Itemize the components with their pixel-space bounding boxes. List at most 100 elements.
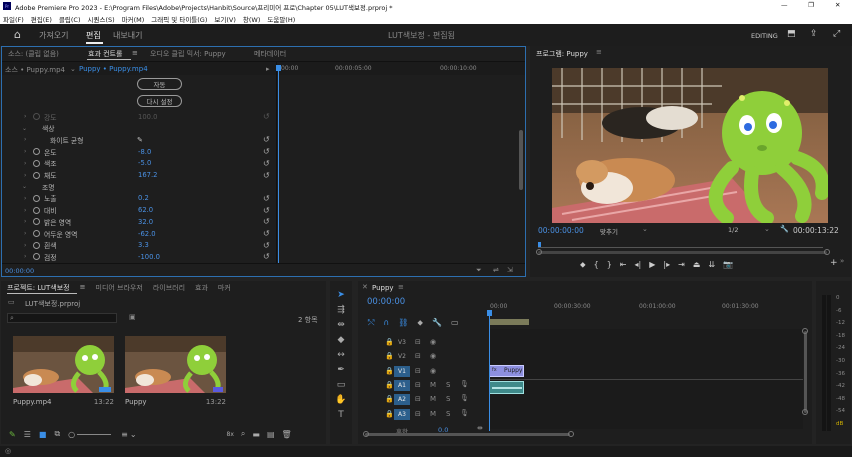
chevron-right-icon[interactable]: › [24, 148, 26, 155]
playhead-handle[interactable] [276, 65, 281, 71]
razor-icon[interactable]: ◆ [334, 334, 348, 346]
reset-param-icon[interactable]: ↺ [263, 217, 270, 226]
sequence-name[interactable]: Puppy [372, 284, 394, 292]
effect-param-value[interactable]: 0.2 [138, 194, 149, 202]
reset-button[interactable]: 다시 설정 [137, 95, 182, 107]
home-icon[interactable]: ⌂ [14, 28, 21, 41]
ripple-edit-icon[interactable]: ⇹ [334, 319, 348, 331]
go-to-out-icon[interactable]: ⇥ [678, 260, 685, 270]
v-scroll-top-handle[interactable] [802, 328, 808, 334]
project-search-input[interactable]: ⌕ [7, 313, 117, 323]
tab-export[interactable]: 내보내기 [113, 30, 142, 41]
timeline-h-scrollbar[interactable] [365, 433, 570, 436]
scroll-left-handle[interactable] [536, 249, 542, 255]
effect-param-value[interactable]: -8.0 [138, 148, 151, 156]
solo-button[interactable]: S [446, 395, 450, 403]
timeline-playhead[interactable] [489, 311, 490, 431]
track-target-button[interactable]: V3 [394, 337, 410, 348]
close-icon[interactable]: ✕ [835, 1, 840, 9]
scroll-right-handle[interactable] [824, 249, 830, 255]
pen-icon[interactable]: ✒ [334, 364, 348, 376]
program-video-frame[interactable] [552, 68, 828, 223]
stopwatch-icon[interactable] [33, 113, 40, 120]
menu-item[interactable]: 편집(E) [31, 14, 52, 24]
step-forward-icon[interactable]: |▸ [663, 260, 670, 270]
auto-button[interactable]: 자동 [137, 78, 182, 90]
sync-lock-icon[interactable]: ⊟ [415, 381, 421, 389]
rectangle-icon[interactable]: ▭ [334, 379, 348, 391]
stopwatch-icon[interactable] [33, 253, 40, 261]
chevron-down-icon[interactable]: ⌄ [22, 183, 27, 190]
nest-icon[interactable]: ⤲ [368, 318, 374, 328]
program-scrubber[interactable] [538, 242, 823, 248]
chevron-right-icon[interactable]: › [24, 242, 26, 249]
chevron-right-icon[interactable]: › [24, 230, 26, 237]
effect-param-value[interactable]: 32.0 [138, 218, 153, 226]
track-target-button[interactable]: V2 [394, 351, 410, 362]
reset-param-icon[interactable]: ↺ [263, 112, 270, 121]
sync-lock-icon[interactable]: ⊟ [415, 352, 421, 360]
effect-param-value[interactable]: -5.0 [138, 159, 151, 167]
mix-expand-icon[interactable]: ⇼ [477, 424, 483, 432]
type-icon[interactable]: T [334, 409, 348, 421]
mark-in-icon[interactable]: { [594, 260, 599, 270]
project-tab[interactable]: 마커 [218, 283, 231, 293]
play-icon[interactable]: ▶ [649, 260, 655, 270]
minimize-icon[interactable]: — [781, 1, 788, 9]
project-item[interactable]: Puppy.mp4 13:22 [13, 336, 114, 410]
track-select-icon[interactable]: ⇶ [334, 304, 348, 316]
project-item[interactable]: Puppy 13:22 [125, 336, 226, 410]
effect-param-value[interactable]: 3.3 [138, 241, 149, 249]
reset-param-icon[interactable]: ↺ [263, 135, 270, 144]
panel-menu-icon[interactable]: ≡ [132, 49, 150, 59]
reset-param-icon[interactable]: ↺ [263, 159, 270, 168]
filter-icon[interactable]: ⏷ [476, 266, 482, 275]
fit-dropdown[interactable]: 맞추기 [600, 226, 618, 236]
sync-lock-icon[interactable]: ⊟ [415, 395, 421, 403]
loop-icon[interactable]: ⇌ [493, 266, 499, 274]
effect-param-value[interactable]: 167.2 [138, 171, 157, 179]
hand-icon[interactable]: ✋ [334, 394, 348, 406]
export-frame-icon[interactable]: ⇲ [507, 266, 513, 274]
audio-clip[interactable] [489, 381, 524, 394]
v-scroll-bottom-handle[interactable] [802, 409, 808, 415]
stopwatch-icon[interactable] [33, 148, 40, 156]
track-target-button[interactable]: A3 [394, 408, 410, 420]
effect-param-value[interactable]: -62.0 [138, 230, 156, 238]
new-bin-icon[interactable]: ▣ [129, 313, 136, 321]
tab-audio-mixer[interactable]: 오디오 클립 믹서: Puppy [150, 49, 254, 59]
eyedropper-icon[interactable]: ✎ [137, 136, 143, 144]
menu-item[interactable]: 창(W) [243, 14, 260, 24]
stopwatch-icon[interactable] [33, 194, 40, 202]
new-item-icon[interactable]: ▤ [267, 430, 275, 439]
effect-timecode[interactable]: 00:00:00 [5, 267, 34, 275]
lock-icon[interactable]: 🔒 [385, 410, 394, 418]
sync-lock-icon[interactable]: ⊟ [415, 410, 421, 418]
timeline-settings-icon[interactable]: 🔧 [432, 318, 442, 328]
chevron-down-icon[interactable]: ⌄ [22, 125, 27, 132]
linked-selection-icon[interactable]: ⛓ [398, 318, 408, 328]
resolution-dropdown[interactable]: 1/2 [728, 226, 738, 234]
sync-lock-icon[interactable]: ⊟ [415, 367, 421, 375]
h-scroll-left-handle[interactable] [363, 431, 369, 437]
chevron-right-icon[interactable]: › [24, 113, 26, 120]
timeline-playhead-handle[interactable] [487, 310, 492, 316]
stopwatch-icon[interactable] [33, 206, 40, 214]
solo-button[interactable]: S [446, 410, 450, 418]
mute-button[interactable]: M [430, 381, 436, 389]
lock-icon[interactable]: 🔒 [385, 367, 394, 375]
button-editor-icon[interactable]: + [830, 258, 838, 268]
go-to-in-icon[interactable]: ⇤ [620, 260, 627, 270]
reset-param-icon[interactable]: ↺ [263, 241, 270, 250]
lock-icon[interactable]: 🔒 [385, 381, 394, 389]
new-bin-bottom-icon[interactable]: ▬ [252, 430, 260, 439]
playhead[interactable] [278, 67, 279, 263]
mark-out-icon[interactable]: } [607, 260, 612, 270]
chevron-right-icon[interactable]: › [24, 136, 26, 143]
chevron-right-icon[interactable]: › [24, 253, 26, 260]
timeline-ruler[interactable]: 00:00 00:00:30:00 00:01:00:00 00:01:30:0… [489, 303, 809, 315]
tab-metadata[interactable]: 메타데이터 [254, 49, 286, 59]
timeline-v-scrollbar[interactable] [804, 331, 807, 413]
chevron-right-icon[interactable]: › [24, 160, 26, 167]
sequence-menu-icon[interactable]: ≡ [398, 283, 404, 291]
